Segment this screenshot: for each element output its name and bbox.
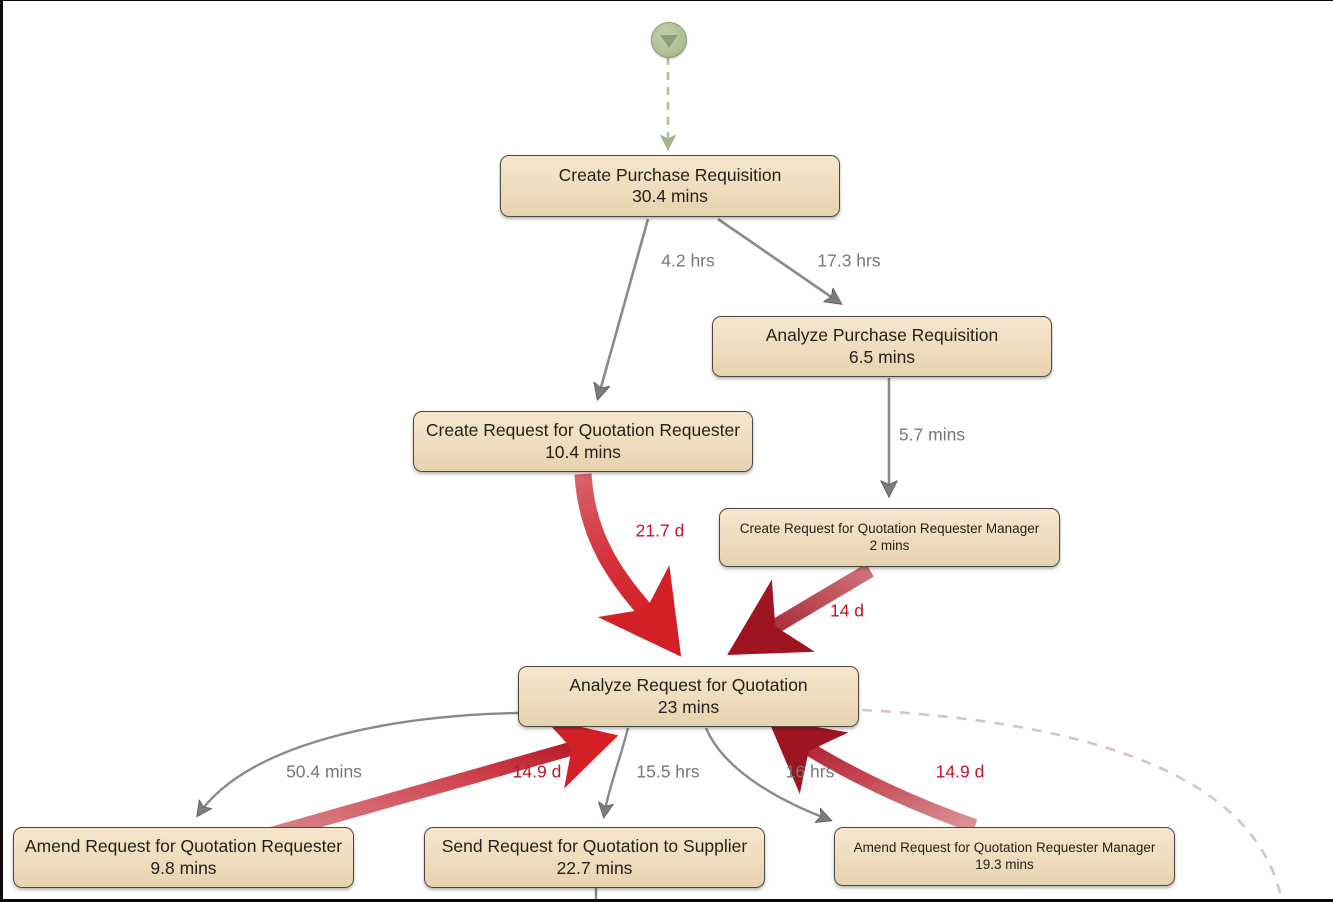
edge-create-rfq-req-to-analyze-rfq: [574, 473, 682, 657]
node-metric: 30.4 mins: [632, 186, 708, 206]
edge-analyze-rfq-to-send-rfq-supplier: [604, 727, 630, 816]
node-label: Create Request for Quotation Requester M…: [739, 521, 1040, 537]
node-create-request-for-quotation-requester[interactable]: Create Request for Quotation Requester 1…: [413, 411, 753, 472]
edge-label-create-rfq-req-to-analyze-rfq: 21.7 d: [635, 520, 685, 541]
node-metric: 22.7 mins: [556, 857, 633, 878]
edge-label-analyze-rfq-to-amend-rfq-req-mgr: 16 hrs: [785, 761, 835, 782]
node-analyze-request-for-quotation[interactable]: Analyze Request for Quotation 23 mins: [518, 666, 859, 727]
edge-amend-rfq-req-to-analyze-rfq: [255, 718, 619, 845]
node-label: Create Purchase Requisition: [558, 164, 782, 185]
edge-label-amend-rfq-req-to-analyze-rfq: 14.9 d: [512, 761, 562, 782]
edge-create-pr-to-create-rfq-req: [598, 218, 650, 398]
node-metric: 10.4 mins: [545, 441, 621, 462]
edge-label-create-rfq-req-mgr-to-analyze-rfq: 14 d: [829, 600, 865, 621]
node-label: Analyze Purchase Requisition: [765, 325, 999, 346]
edge-label-analyze-rfq-to-send-rfq-supplier: 15.5 hrs: [636, 761, 700, 782]
node-label: Send Request for Quotation to Supplier: [441, 836, 748, 857]
node-create-request-for-quotation-requester-manager[interactable]: Create Request for Quotation Requester M…: [719, 508, 1060, 567]
node-metric: 6.5 mins: [848, 346, 916, 367]
node-label: Amend Request for Quotation Requester Ma…: [853, 840, 1156, 856]
node-label: Create Request for Quotation Requester: [425, 420, 741, 441]
start-triangle-icon: [660, 34, 678, 48]
node-metric: 2 mins: [869, 537, 910, 553]
node-amend-request-for-quotation-requester[interactable]: Amend Request for Quotation Requester 9.…: [13, 827, 354, 888]
node-label: Amend Request for Quotation Requester: [24, 836, 343, 857]
node-metric: 9.8 mins: [150, 857, 217, 878]
node-create-purchase-requisition[interactable]: Create Purchase Requisition 30.4 mins: [500, 155, 840, 217]
edge-label-analyze-rfq-to-amend-rfq-req: 50.4 mins: [286, 761, 362, 782]
edge-label-create-pr-to-analyze-pr: 17.3 hrs: [817, 250, 881, 271]
node-metric: 23 mins: [657, 696, 720, 717]
node-send-request-for-quotation-to-supplier[interactable]: Send Request for Quotation to Supplier 2…: [424, 827, 765, 888]
node-analyze-purchase-requisition[interactable]: Analyze Purchase Requisition 6.5 mins: [712, 316, 1052, 377]
edge-label-create-pr-to-create-rfq-req: 4.2 hrs: [661, 250, 715, 271]
node-amend-request-for-quotation-requester-manager[interactable]: Amend Request for Quotation Requester Ma…: [834, 827, 1175, 886]
process-map-canvas: Create Purchase Requisition 30.4 mins An…: [0, 0, 1333, 902]
node-label: Analyze Request for Quotation: [569, 675, 808, 696]
start-node[interactable]: [651, 22, 687, 58]
edge-label-analyze-pr-to-create-rfq-req-mgr: 5.7 mins: [898, 424, 966, 445]
node-metric: 19.3 mins: [975, 856, 1034, 872]
edge-label-amend-rfq-req-mgr-to-analyze-rfq: 14.9 d: [935, 761, 985, 782]
